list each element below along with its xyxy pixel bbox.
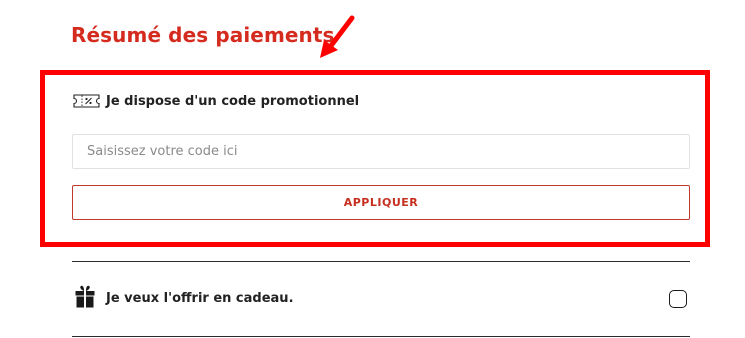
payment-summary-title: Résumé des paiements [71,23,335,47]
gift-option-row[interactable]: Je veux l'offrir en cadeau. [72,262,690,336]
apply-promo-button[interactable]: APPLIQUER [72,185,690,220]
gift-icon [75,285,95,308]
coupon-icon [73,94,100,108]
promo-code-label: Je dispose d'un code promotionnel [106,93,360,109]
promo-code-toggle[interactable]: Je dispose d'un code promotionnel [73,92,359,110]
gift-option-label: Je veux l'offrir en cadeau. [106,291,294,306]
gift-checkbox[interactable] [669,290,687,308]
annotation-arrow-icon [320,15,355,58]
promo-code-input[interactable] [72,134,690,169]
divider [72,336,690,337]
